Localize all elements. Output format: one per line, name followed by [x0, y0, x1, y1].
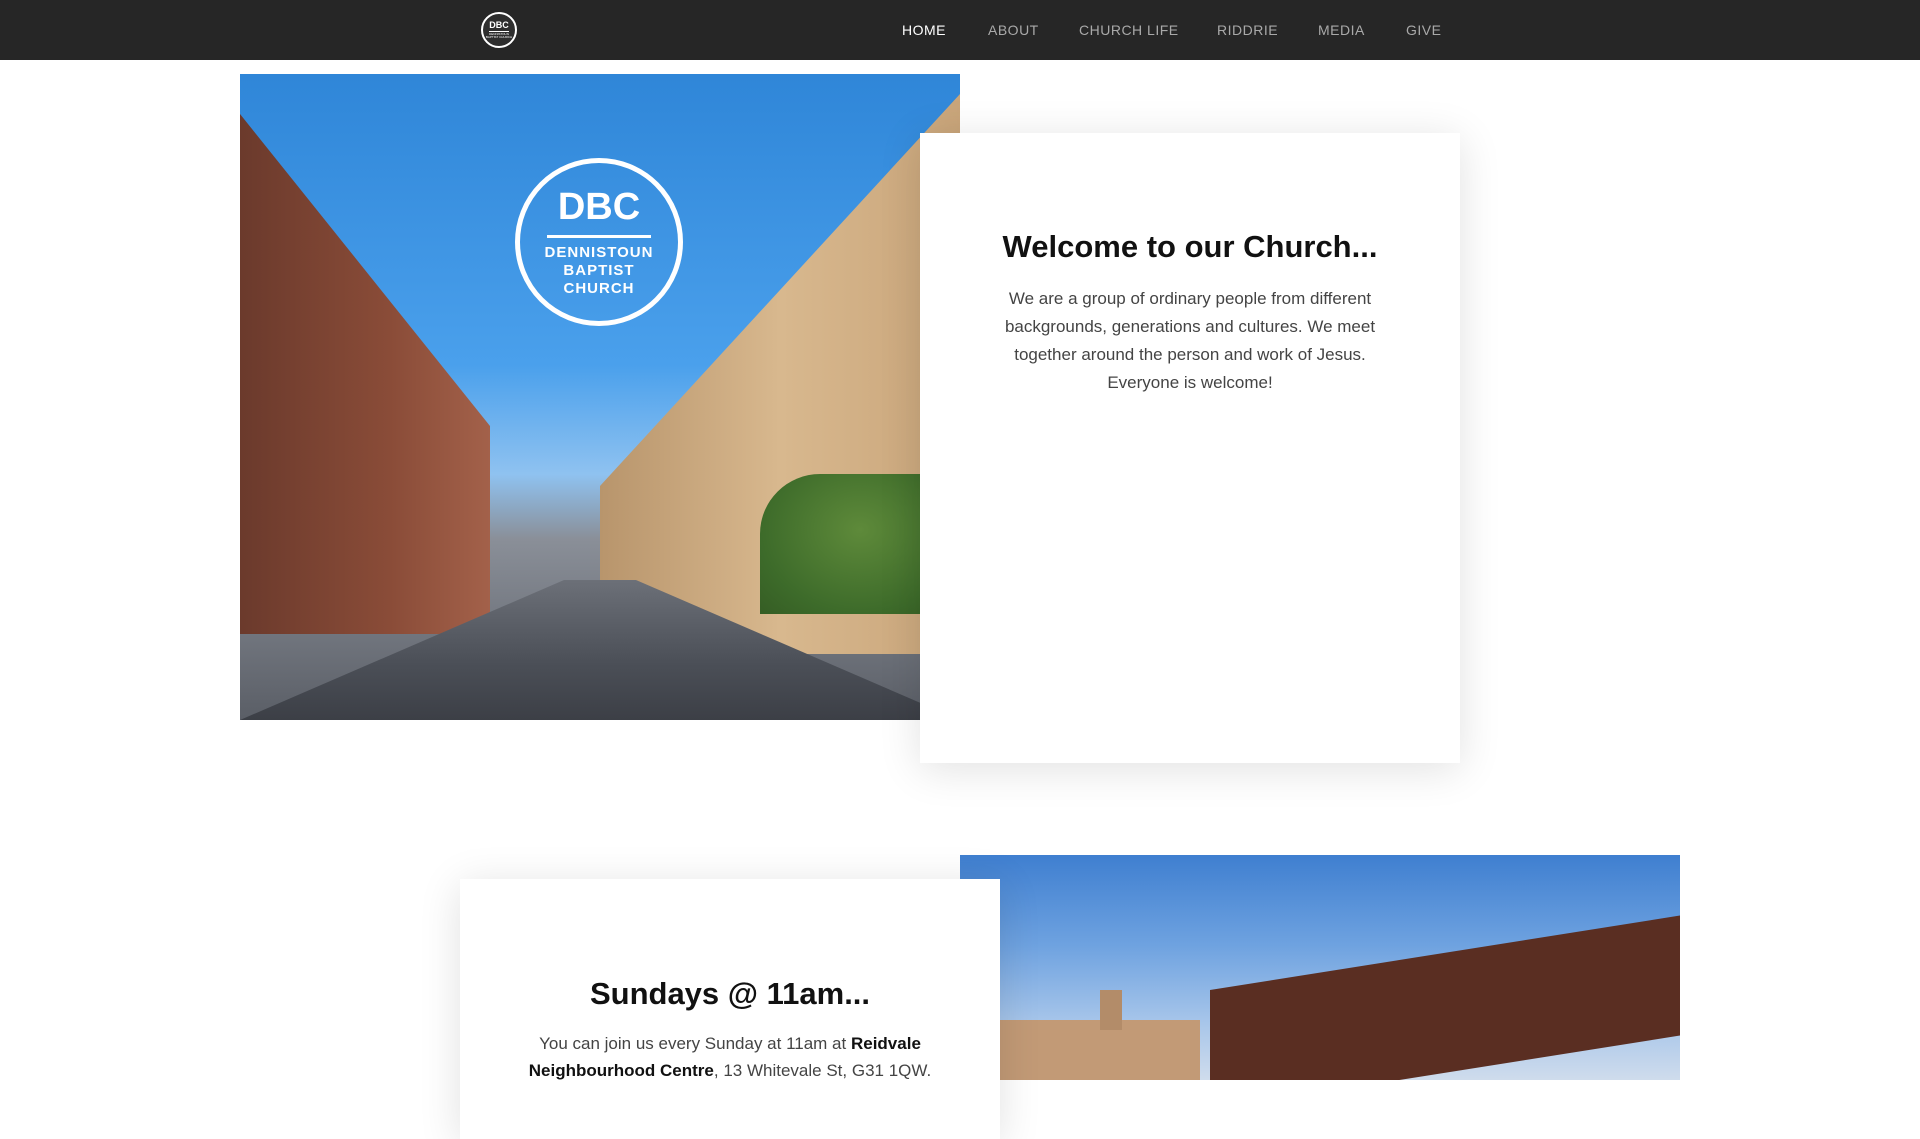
nav-item-give[interactable]: GIVE [1406, 22, 1441, 38]
sundays-heading: Sundays @ 11am... [589, 976, 871, 1011]
church-badge: DBC DENNISTOUN BAPTIST CHURCH [515, 158, 683, 326]
welcome-text: We are a group of ordinary people from d… [1004, 289, 1376, 392]
nav-item-church-life[interactable]: CHURCH LIFE [1079, 22, 1179, 38]
venue-photo [960, 855, 1680, 1080]
sundays-card: Sundays @ 11am... You can join us every … [460, 879, 1000, 1139]
building-spire [1100, 990, 1122, 1030]
badge-line-3: CHURCH [563, 279, 635, 297]
welcome-heading: Welcome to our Church... [1002, 229, 1378, 264]
badge-abbr: DBC [557, 185, 641, 228]
badge-line-1: DENNISTOUN [544, 243, 654, 261]
welcome-card: Welcome to our Church... We are a group … [920, 133, 1460, 763]
hero-street-photo: DBC DENNISTOUN BAPTIST CHURCH [240, 74, 960, 720]
main-nav: HOME ABOUT CHURCH LIFE RIDDRIE MEDIA GIV… [0, 0, 1920, 60]
venue-address: , 13 Whitevale St, G31 1QW. [713, 1061, 932, 1080]
badge-line-2: BAPTIST [563, 261, 635, 279]
nav-item-media[interactable]: MEDIA [1318, 22, 1365, 38]
tenement-left [240, 114, 490, 634]
nav-item-about[interactable]: ABOUT [988, 22, 1039, 38]
sundays-text: You can join us every Sunday at 11am at … [520, 1030, 940, 1084]
badge-rule [547, 234, 651, 238]
brick-building [1210, 915, 1680, 1080]
nav-item-riddrie[interactable]: RIDDRIE [1217, 22, 1278, 38]
nav-item-home[interactable]: HOME [902, 22, 946, 38]
sundays-intro: You can join us every Sunday at 11am at [539, 1034, 851, 1053]
site-header: DBC DENNISTOUN BAPTIST CHURCH HOME ABOUT… [0, 0, 1920, 60]
